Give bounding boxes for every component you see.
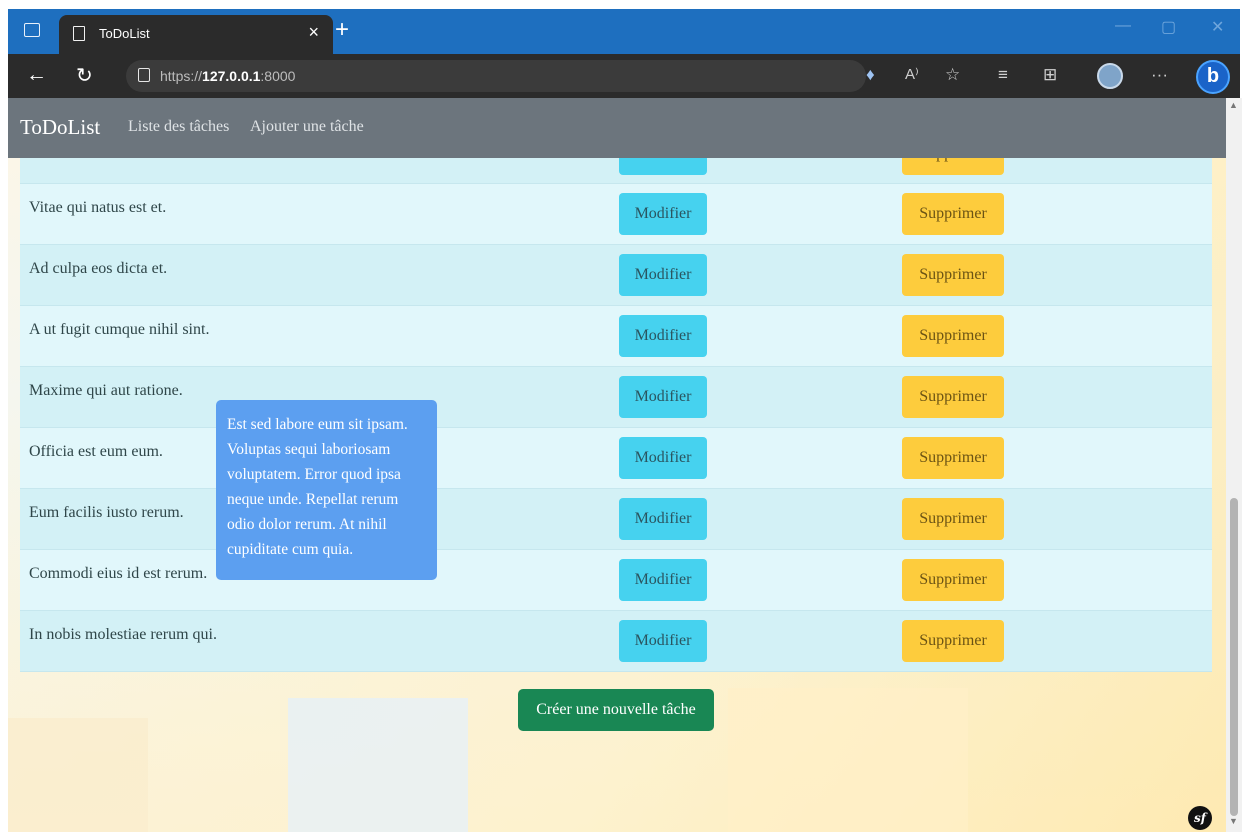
- delete-button[interactable]: Supprimer: [902, 559, 1004, 601]
- nav-link-add-task[interactable]: Ajouter une tâche: [250, 118, 364, 136]
- scroll-up-icon[interactable]: ▲: [1229, 100, 1238, 110]
- more-icon[interactable]: ···: [1151, 65, 1168, 85]
- modify-button[interactable]: Modifier: [619, 315, 707, 357]
- task-title[interactable]: A ut fugit cumque nihil sint.: [29, 321, 209, 339]
- browser-tab[interactable]: ToDoList ×: [59, 15, 333, 54]
- table-row: Officia est eum eum. Modifier Supprimer: [20, 428, 1212, 489]
- task-title[interactable]: Commodi eius id est rerum.: [29, 565, 207, 583]
- task-table: Modifier Supprimer Vitae qui natus est e…: [20, 124, 1212, 672]
- table-row: A ut fugit cumque nihil sint. Modifier S…: [20, 306, 1212, 367]
- read-aloud-icon[interactable]: A⁾: [905, 65, 919, 83]
- minimize-button[interactable]: —: [1115, 17, 1131, 35]
- browser-tab-bar: ToDoList × + — ▢ ✕: [8, 9, 1240, 54]
- create-task-button[interactable]: Créer une nouvelle tâche: [518, 689, 714, 731]
- modify-button[interactable]: Modifier: [619, 620, 707, 662]
- scroll-down-icon[interactable]: ▼: [1229, 816, 1238, 826]
- address-bar[interactable]: https://127.0.0.1:8000: [126, 60, 866, 92]
- task-title[interactable]: Eum facilis iusto rerum.: [29, 504, 184, 522]
- close-window-button[interactable]: ✕: [1211, 17, 1224, 37]
- tab-actions-icon[interactable]: [24, 23, 40, 37]
- page-viewport: ToDoList Liste des tâches Ajouter une tâ…: [8, 98, 1226, 832]
- back-arrow-icon[interactable]: ←: [26, 63, 47, 87]
- modify-button[interactable]: Modifier: [619, 559, 707, 601]
- modify-button[interactable]: Modifier: [619, 437, 707, 479]
- delete-button[interactable]: Supprimer: [902, 620, 1004, 662]
- brand-link[interactable]: ToDoList: [20, 115, 100, 140]
- tab-close-icon[interactable]: ×: [308, 22, 319, 43]
- table-row: Eum facilis iusto rerum. Modifier Suppri…: [20, 489, 1212, 550]
- bing-icon[interactable]: b: [1196, 60, 1230, 94]
- background-shape: [8, 718, 148, 832]
- task-title[interactable]: Ad culpa eos dicta et.: [29, 260, 167, 278]
- browser-toolbar: ← ↻ https://127.0.0.1:8000 ♦ A⁾ ☆ ≡ ⊞ ··…: [8, 54, 1240, 98]
- maximize-button[interactable]: ▢: [1161, 17, 1176, 37]
- table-row: Vitae qui natus est et. Modifier Supprim…: [20, 184, 1212, 245]
- task-title[interactable]: Maxime qui aut ratione.: [29, 382, 183, 400]
- modify-button[interactable]: Modifier: [619, 254, 707, 296]
- nav-link-task-list[interactable]: Liste des tâches: [128, 118, 229, 136]
- delete-button[interactable]: Supprimer: [902, 193, 1004, 235]
- background-shape: [288, 698, 468, 832]
- lock-icon: [138, 68, 150, 82]
- modify-button[interactable]: Modifier: [619, 376, 707, 418]
- modify-button[interactable]: Modifier: [619, 193, 707, 235]
- delete-button[interactable]: Supprimer: [902, 437, 1004, 479]
- delete-button[interactable]: Supprimer: [902, 254, 1004, 296]
- task-title[interactable]: In nobis molestiae rerum qui.: [29, 626, 217, 644]
- delete-button[interactable]: Supprimer: [902, 315, 1004, 357]
- modify-button[interactable]: Modifier: [619, 498, 707, 540]
- tag-icon[interactable]: ♦: [866, 65, 875, 85]
- url-text: https://127.0.0.1:8000: [160, 68, 296, 84]
- tab-title: ToDoList: [99, 26, 150, 41]
- scrollbar-thumb[interactable]: [1230, 498, 1238, 816]
- table-row: In nobis molestiae rerum qui. Modifier S…: [20, 611, 1212, 672]
- background-shape: [728, 688, 968, 832]
- task-description-tooltip: Est sed labore eum sit ipsam. Voluptas s…: [216, 400, 437, 580]
- collections-icon[interactable]: ⊞: [1043, 65, 1057, 85]
- delete-button[interactable]: Supprimer: [902, 376, 1004, 418]
- profile-avatar[interactable]: [1097, 63, 1123, 89]
- page-icon: [73, 26, 85, 41]
- delete-button[interactable]: Supprimer: [902, 498, 1004, 540]
- favorite-add-icon[interactable]: ☆: [945, 65, 960, 85]
- task-title[interactable]: Vitae qui natus est et.: [29, 199, 166, 217]
- symfony-toolbar-icon[interactable]: sf: [1188, 806, 1212, 830]
- page-scrollbar[interactable]: ▲ ▼: [1226, 98, 1242, 832]
- table-row: Commodi eius id est rerum. Modifier Supp…: [20, 550, 1212, 611]
- refresh-icon[interactable]: ↻: [76, 63, 93, 88]
- new-tab-button[interactable]: +: [335, 16, 349, 44]
- table-row: Maxime qui aut ratione. Modifier Supprim…: [20, 367, 1212, 428]
- task-title[interactable]: Officia est eum eum.: [29, 443, 163, 461]
- favorites-icon[interactable]: ≡: [998, 65, 1008, 85]
- site-navbar: ToDoList Liste des tâches Ajouter une tâ…: [8, 98, 1226, 158]
- table-row: Ad culpa eos dicta et. Modifier Supprime…: [20, 245, 1212, 306]
